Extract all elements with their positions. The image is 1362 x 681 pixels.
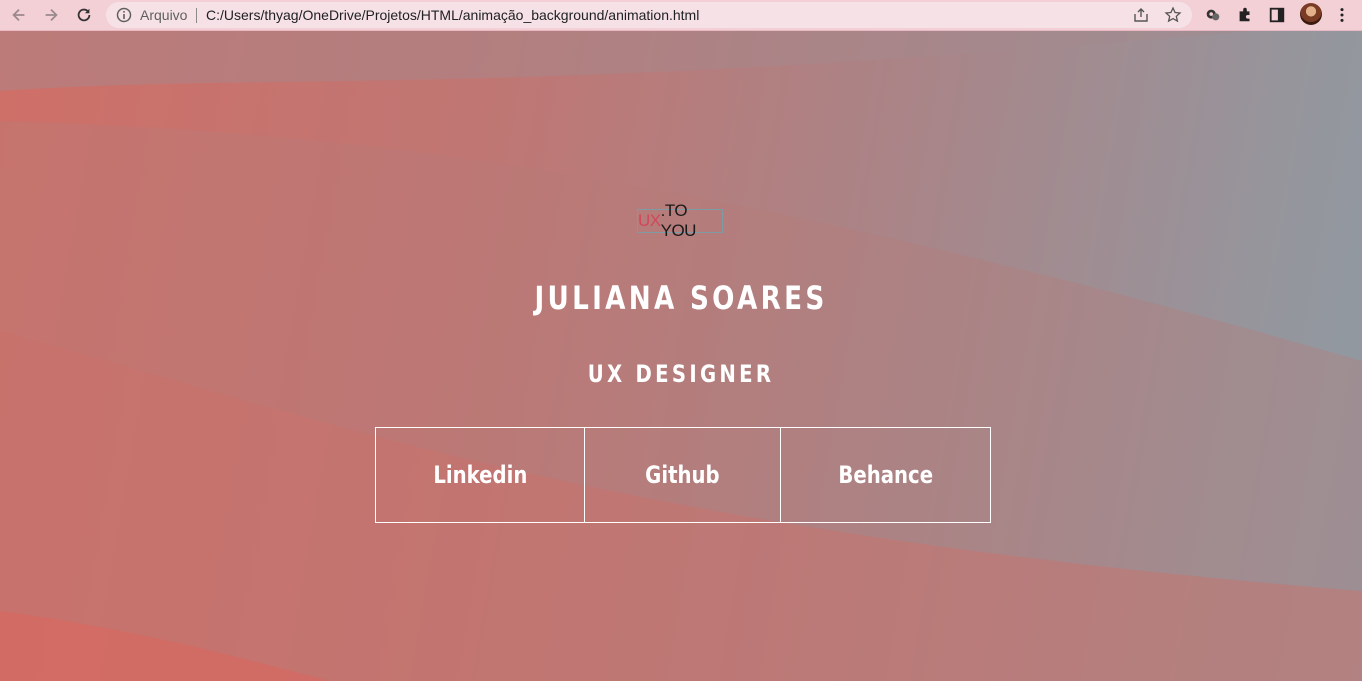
hero-role: UX DESIGNER (587, 360, 775, 388)
logo-to-you-text: .TO YOU (660, 201, 697, 240)
extension-icon (1206, 9, 1220, 21)
animated-background: UX .TO YOU JULIANA SOARES UX DESIGNER Lin… (0, 31, 1362, 681)
forward-arrow-icon (45, 8, 58, 22)
kebab-menu-icon (1340, 8, 1344, 22)
address-bar[interactable]: Arquivo C:/Users/thyag/OneDrive/Projetos… (106, 2, 1192, 28)
wave-background (0, 31, 1362, 681)
reload-button[interactable] (74, 5, 94, 25)
puzzle-icon (1239, 7, 1250, 22)
info-icon[interactable] (116, 7, 132, 23)
back-arrow-icon (12, 8, 25, 22)
github-button[interactable]: Github (584, 427, 781, 523)
social-links: Linkedin Github Behance (375, 427, 991, 523)
profile-avatar[interactable] (1300, 3, 1322, 25)
forward-button[interactable] (41, 5, 61, 25)
bookmark-star-icon[interactable] (1164, 6, 1182, 24)
reload-icon (77, 8, 91, 22)
linkedin-label: Linkedin (432, 461, 528, 489)
linkedin-button[interactable]: Linkedin (375, 427, 585, 523)
behance-button[interactable]: Behance (780, 427, 991, 523)
behance-label: Behance (838, 461, 933, 489)
side-panel-icon (1269, 7, 1285, 23)
github-label: Github (645, 461, 720, 489)
security-label: Arquivo (140, 7, 188, 23)
omnibox-divider (196, 8, 197, 23)
browser-menu-button[interactable] (1332, 5, 1352, 25)
url-text[interactable]: C:/Users/thyag/OneDrive/Projetos/HTML/an… (206, 7, 699, 23)
extensions-menu-button[interactable] (1235, 5, 1255, 25)
logo-ux-text: UX (638, 211, 661, 230)
hero-name: JULIANA SOARES (534, 279, 828, 317)
back-button[interactable] (9, 5, 29, 25)
side-panel-button[interactable] (1267, 5, 1287, 25)
browser-toolbar: Arquivo C:/Users/thyag/OneDrive/Projetos… (0, 0, 1362, 31)
extension-button[interactable] (1203, 5, 1223, 25)
site-logo[interactable]: UX .TO YOU (637, 201, 723, 240)
share-icon[interactable] (1132, 6, 1150, 24)
